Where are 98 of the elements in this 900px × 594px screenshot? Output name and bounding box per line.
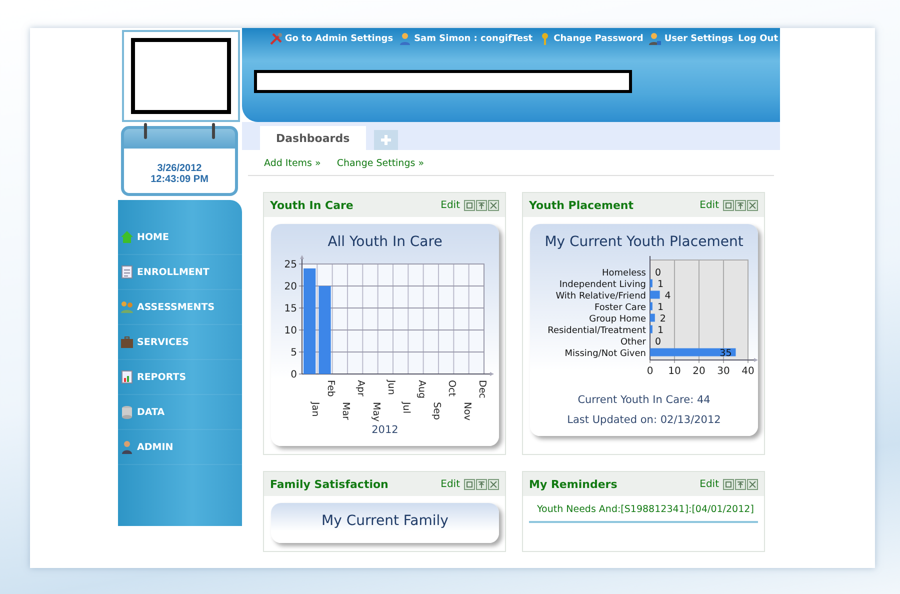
header-link[interactable]: User Settings <box>664 34 734 44</box>
chart-title: My Current Family <box>322 513 448 529</box>
axis-tick-label: 25 <box>284 260 297 270</box>
tools-icon <box>268 32 283 46</box>
edit-link[interactable]: Edit <box>440 478 460 490</box>
header-link[interactable]: Log Out <box>738 34 778 44</box>
data-label: 0 <box>655 336 662 348</box>
widget-title: My Reminders <box>529 478 618 490</box>
category-label: Residential/Treatment <box>548 326 646 336</box>
month-label: Jun <box>385 380 396 395</box>
minimize-icon[interactable] <box>464 478 475 490</box>
month-label: Dec <box>476 380 488 398</box>
user-icon <box>398 32 412 46</box>
data-label: 0 <box>655 267 662 278</box>
month-label: Sep <box>430 402 442 420</box>
nav-link[interactable]: SERVICES <box>137 336 189 348</box>
month-label: Apr <box>355 380 366 396</box>
action-link[interactable]: Change Settings » <box>336 158 424 169</box>
briefcase-icon <box>120 335 134 349</box>
reminder-link[interactable]: Youth Needs And:[S198812341]:[04/01/2012] <box>529 496 758 523</box>
data-label: 4 <box>664 290 671 302</box>
widget-title: Youth Placement <box>529 198 635 212</box>
bar <box>650 279 652 288</box>
month-label: May <box>370 402 382 422</box>
database-icon <box>120 405 134 419</box>
close-icon[interactable] <box>747 200 758 210</box>
maximize-icon[interactable] <box>735 478 746 490</box>
data-label: 2 <box>660 313 666 324</box>
month-label: Aug <box>416 380 427 399</box>
data-label: 1 <box>657 278 664 290</box>
axis-tick-label: 5 <box>290 348 297 358</box>
axis-tick-label: 20 <box>692 366 706 377</box>
close-icon[interactable] <box>747 478 758 490</box>
header-link[interactable]: Change Password <box>554 34 644 44</box>
calendar-time: 12:43:09 PM <box>150 174 208 185</box>
report-icon <box>120 370 134 384</box>
action-link[interactable]: Add Items » <box>264 158 321 169</box>
category-label: Missing/Not Given <box>564 348 646 359</box>
category-label: Group Home <box>589 314 646 324</box>
maximize-icon[interactable] <box>476 478 487 490</box>
edit-link[interactable]: Edit <box>440 200 460 210</box>
category-label: Independent Living <box>559 280 646 290</box>
widget-title: Youth In Care <box>270 198 354 212</box>
maximize-icon[interactable] <box>476 200 487 210</box>
nav-link[interactable]: ASSESSMENTS <box>137 302 215 312</box>
close-icon[interactable] <box>488 478 499 490</box>
month-label: Nov <box>461 402 472 421</box>
axis-label: 2012 <box>372 424 398 436</box>
header-link[interactable]: Sam Simon : congifTest <box>414 34 533 44</box>
document-icon <box>120 265 134 279</box>
data-label: 1 <box>657 302 664 313</box>
nav-link[interactable]: REPORTS <box>137 372 186 382</box>
category-label: Homeless <box>602 268 646 278</box>
axis-tick-label: 30 <box>717 366 730 377</box>
nav-link[interactable]: ENROLLMENT <box>137 266 210 278</box>
nav-link[interactable]: ADMIN <box>137 442 174 452</box>
edit-link[interactable]: Edit <box>700 478 719 490</box>
month-label: Feb <box>324 380 336 397</box>
tab[interactable]: Dashboards <box>260 126 366 150</box>
chart-title: All Youth In Care <box>328 234 442 250</box>
bar <box>650 325 652 334</box>
close-icon[interactable] <box>488 200 499 210</box>
axis-tick-label: 40 <box>742 366 754 377</box>
user-settings-icon <box>648 32 662 46</box>
axis-tick-label: 0 <box>290 370 297 380</box>
category-label: With Relative/Friend <box>556 291 646 302</box>
person-icon <box>120 440 134 454</box>
chart-note: Current Youth In Care: 44 <box>578 394 710 406</box>
calendar-date: 3/26/2012 <box>157 163 202 174</box>
month-label: Oct <box>446 380 458 396</box>
home-icon <box>120 230 134 244</box>
month-label: Jul <box>400 402 412 414</box>
category-label: Other <box>620 337 646 348</box>
data-label: 35 <box>720 348 732 359</box>
chart-title: My Current Youth Placement <box>544 234 744 250</box>
month-label: Mar <box>340 402 351 420</box>
bar <box>650 302 652 310</box>
minimize-icon[interactable] <box>723 478 734 490</box>
minimize-icon[interactable] <box>723 200 734 210</box>
widget-title: Family Satisfaction <box>270 478 390 490</box>
axis-tick-label: 15 <box>284 304 297 314</box>
axis-tick-label: 0 <box>646 366 654 377</box>
plus-icon <box>378 133 393 147</box>
nav-link[interactable]: DATA <box>137 406 165 418</box>
people-icon <box>120 300 134 314</box>
axis-tick-label: 10 <box>284 326 297 336</box>
bar <box>650 314 655 322</box>
header-link[interactable]: Go to Admin Settings <box>284 34 394 44</box>
month-label: Jan <box>310 402 321 417</box>
minimize-icon[interactable] <box>464 200 475 210</box>
nav-link[interactable]: HOME <box>137 232 169 242</box>
data-label: 1 <box>657 324 664 336</box>
maximize-icon[interactable] <box>735 200 746 210</box>
category-label: Foster Care <box>594 302 646 313</box>
edit-link[interactable]: Edit <box>700 200 719 210</box>
chart-note: Last Updated on: 02/13/2012 <box>567 414 721 426</box>
axis-tick-label: 10 <box>668 366 681 377</box>
axis-tick-label: 20 <box>284 282 297 292</box>
